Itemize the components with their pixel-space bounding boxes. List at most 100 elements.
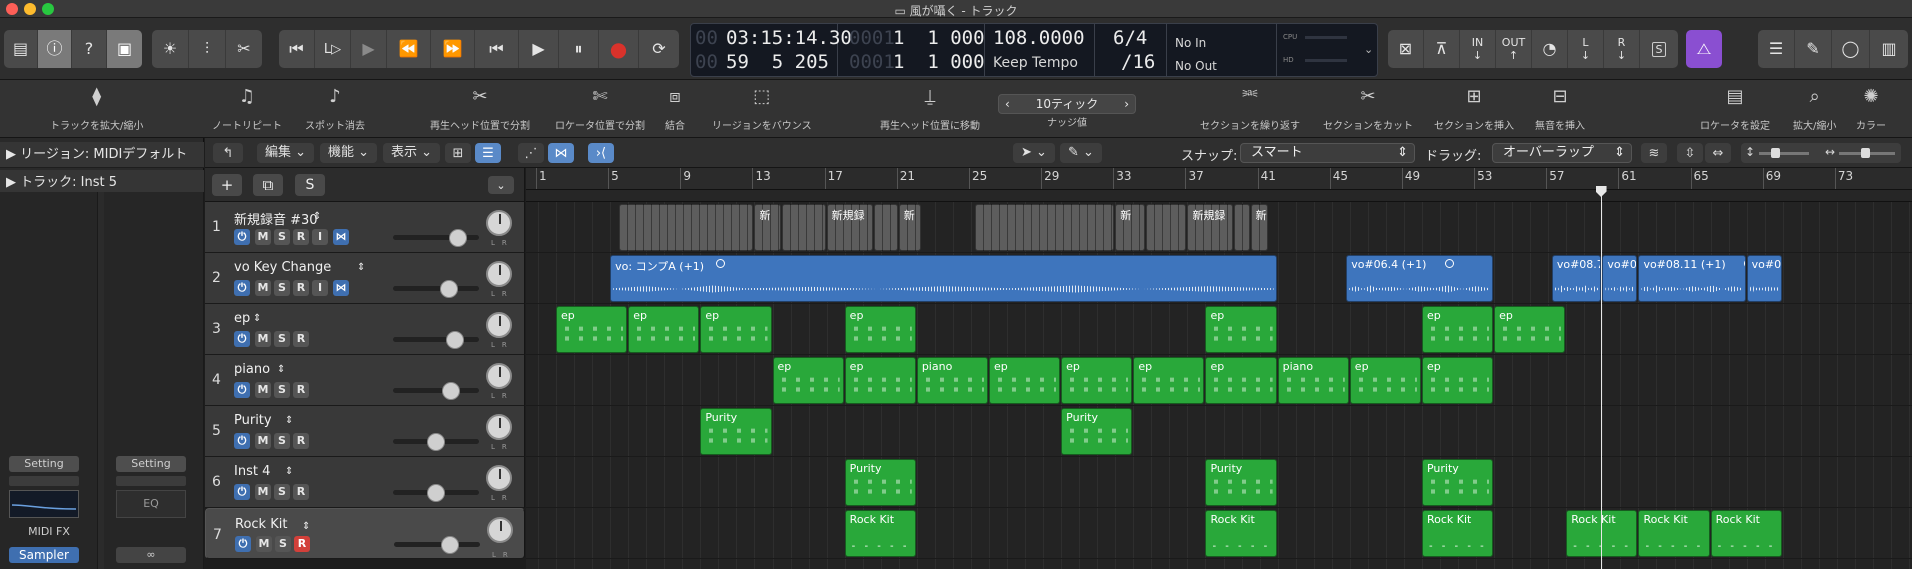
snap-select[interactable]: スマート ⇕ xyxy=(1240,143,1415,163)
pan-knob[interactable] xyxy=(486,363,512,389)
lcd-display[interactable]: 00 03:15:14.30 00 59 5 205 0001 1 1 000 … xyxy=(690,23,1378,77)
strip2-setting-button[interactable]: Setting xyxy=(116,456,186,472)
volume-slider[interactable] xyxy=(394,536,480,554)
track-header[interactable]: 3 ep ⇕ ⏻ M S R LR xyxy=(205,304,525,355)
volume-knob[interactable] xyxy=(442,382,461,400)
volume-knob[interactable] xyxy=(440,536,459,554)
power-button[interactable]: ⏻ xyxy=(234,484,250,500)
track-header[interactable]: 7 Rock Kit ⇕ ⏻ M S R LR xyxy=(205,508,525,559)
record-button[interactable]: ● xyxy=(599,30,639,68)
power-button[interactable]: ⏻ xyxy=(234,280,250,296)
region-grey[interactable]: 新規録 xyxy=(826,204,873,251)
region-midi[interactable]: ep xyxy=(772,357,844,404)
region-audio[interactable]: vo#0 xyxy=(1602,255,1638,302)
replace-button[interactable]: ⊠ xyxy=(1388,30,1424,68)
track-i-button[interactable]: I xyxy=(312,229,328,245)
bounce-regions-tool[interactable]: ⬚ リージョンをバウンス xyxy=(712,82,812,133)
list-view-button[interactable]: ☰ xyxy=(475,143,501,163)
duplicate-track-button[interactable]: ⧉ xyxy=(253,174,283,196)
pan-knob[interactable] xyxy=(486,261,512,287)
strip-gain-slot[interactable] xyxy=(9,476,79,486)
volume-slider[interactable] xyxy=(393,433,479,451)
region-inspector-header[interactable]: ▶ リージョン: MIDIデフォルト xyxy=(0,142,204,168)
region-midi[interactable]: Purity xyxy=(844,459,916,506)
move-to-playhead-tool[interactable]: ⍊ 再生ヘッド位置に移動 xyxy=(880,82,980,133)
global-tracks-button[interactable]: ⌄ xyxy=(488,176,514,194)
quick-help-button[interactable]: ? xyxy=(72,30,107,68)
track-s-button[interactable]: S xyxy=(275,536,291,552)
horizontal-zoom-slider[interactable] xyxy=(1839,148,1895,158)
region-grey[interactable]: 新 xyxy=(898,204,922,251)
track-header[interactable]: 5 Purity ⇕ ⏻ M S R LR xyxy=(205,406,525,457)
track-m-button[interactable]: M xyxy=(256,536,272,552)
track-m-button[interactable]: M xyxy=(255,433,271,449)
region-audio[interactable]: vo#0 xyxy=(1746,255,1782,302)
insert-silence-tool[interactable]: ⊟ 無音を挿入 xyxy=(1535,82,1585,133)
track-m-button[interactable]: M xyxy=(255,382,271,398)
instrument-slot[interactable]: Sampler xyxy=(9,547,79,563)
eq-slot[interactable]: EQ xyxy=(116,490,186,518)
region-midi[interactable]: ep xyxy=(700,306,772,353)
browser-button[interactable]: ▥ xyxy=(1870,30,1908,68)
volume-slider[interactable] xyxy=(393,280,479,298)
vertical-zoom-slider[interactable] xyxy=(1759,148,1809,158)
power-button[interactable]: ⏻ xyxy=(234,433,250,449)
strip2-gain-slot[interactable] xyxy=(116,476,186,486)
back-button[interactable]: ↰ xyxy=(213,143,243,163)
flex-mode-button[interactable]: ⋈ xyxy=(333,229,349,245)
region-midi[interactable]: ep xyxy=(1205,357,1277,404)
split-at-locators-tool[interactable]: ✄ ロケータ位置で分割 xyxy=(555,82,645,133)
cut-section-tool[interactable]: ✂ セクションをカット xyxy=(1323,82,1413,133)
track-s-button[interactable]: S xyxy=(274,229,290,245)
autopunch-in-button[interactable]: IN ↓ xyxy=(1460,30,1496,68)
region-midi[interactable]: ep xyxy=(1061,357,1133,404)
set-locators-tool[interactable]: ▤ ロケータを設定 xyxy=(1700,82,1770,133)
count-in-button[interactable]: ◔ xyxy=(1532,30,1568,68)
bar-ruler[interactable]: 1 5 9 13 17 21 25 29 33 37 41 45 49 53 57 61 65 69 73 xyxy=(526,168,1912,190)
eq-thumbnail[interactable] xyxy=(9,490,79,518)
chevron-left-icon[interactable]: ‹ xyxy=(1005,95,1010,113)
region-midi[interactable]: Purity xyxy=(700,408,772,455)
go-to-beginning-button[interactable]: ⏮ xyxy=(279,30,315,68)
waveform-zoom-button[interactable]: ≋ xyxy=(1641,143,1667,163)
region-grey[interactable] xyxy=(619,204,754,251)
track-header[interactable]: 1 新規録音 #30 ⇕ ⏻ M S R I ⋈ LR xyxy=(205,202,525,253)
pan-knob[interactable] xyxy=(486,312,512,338)
link-button[interactable]: ∞ xyxy=(116,547,186,563)
color-tool[interactable]: ✺ カラー xyxy=(1856,82,1886,133)
track-name[interactable]: ep xyxy=(234,311,250,326)
note-repeat-tool[interactable]: ♫ ノートリピート xyxy=(212,82,282,133)
region-midi[interactable]: Purity xyxy=(1205,459,1277,506)
volume-slider[interactable] xyxy=(393,331,479,349)
track-header[interactable]: 2 vo Key Change ⇕ ⏻ M S R I ⋈ LR xyxy=(205,253,525,304)
flex-button[interactable]: ⋈ xyxy=(548,143,574,163)
play-button[interactable]: ▶ xyxy=(519,30,559,68)
track-name[interactable]: piano xyxy=(234,362,270,377)
pan-knob[interactable] xyxy=(486,465,512,491)
region-midi[interactable]: ep xyxy=(1133,357,1205,404)
region-midi[interactable]: Rock Kit - - - - - - xyxy=(1638,510,1710,557)
midi-fx-slot[interactable]: MIDI FX xyxy=(0,525,98,538)
stop-to-start-button[interactable]: ⏮ xyxy=(475,30,519,68)
horizontal-fit-button[interactable]: ⇔ xyxy=(1705,143,1731,163)
pointer-tool-menu[interactable]: ➤ ⌄ xyxy=(1013,143,1055,163)
region-midi[interactable]: Rock Kit - - - - - - xyxy=(1421,510,1494,557)
track-r-button[interactable]: R xyxy=(293,331,309,347)
zoom-tracks-tool[interactable]: ⧫ トラックを拡大/縮小 xyxy=(50,82,143,133)
region-midi[interactable]: Rock Kit - - - - - - xyxy=(1205,510,1277,557)
track-r-button[interactable]: R xyxy=(293,433,309,449)
power-button[interactable]: ⏻ xyxy=(235,536,251,552)
library-button[interactable]: ▤ xyxy=(4,30,38,68)
grid-view-button[interactable]: ⊞ xyxy=(445,143,471,163)
tuner-button[interactable]: ⊼ xyxy=(1424,30,1460,68)
track-r-button[interactable]: R xyxy=(293,229,309,245)
region-audio[interactable]: vo#06.4 (+1) xyxy=(1346,255,1494,302)
global-solo-button[interactable]: S xyxy=(295,174,325,196)
volume-knob[interactable] xyxy=(448,229,467,247)
pan-knob[interactable] xyxy=(486,210,512,236)
track-name[interactable]: Rock Kit xyxy=(235,516,287,534)
region-midi[interactable]: ep xyxy=(1421,306,1494,353)
track-m-button[interactable]: M xyxy=(255,484,271,500)
track-m-button[interactable]: M xyxy=(255,229,271,245)
power-button[interactable]: ⏻ xyxy=(234,331,250,347)
